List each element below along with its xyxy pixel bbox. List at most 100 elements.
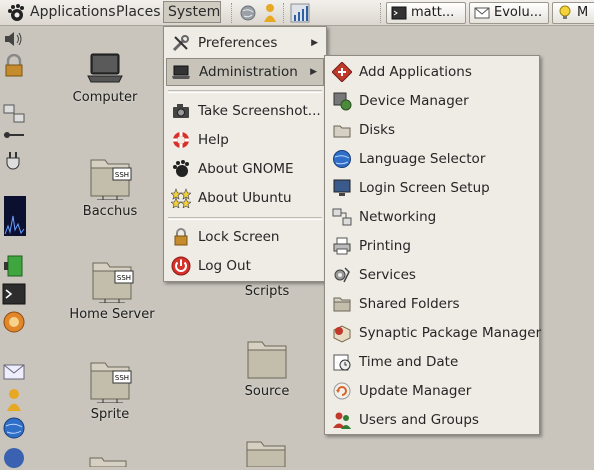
menu-separator [168,90,322,93]
menu-item-update-manager[interactable]: Update Manager [327,377,537,405]
menu-item-time-and-date[interactable]: Time and Date [327,348,537,376]
menu-item-label: Users and Groups [359,412,479,428]
cpu-graph-icon[interactable] [2,196,26,236]
menu-item-printing[interactable]: Printing [327,232,537,260]
left-dock [0,26,28,470]
menu-item-login-screen-setup[interactable]: Login Screen Setup [327,174,537,202]
system-monitor-icon[interactable] [290,3,310,23]
desktop-item-label: Source [244,384,290,399]
menu-item-networking[interactable]: Networking [327,203,537,231]
panel-separator [231,3,234,23]
menu-separator [168,217,322,220]
menu-item-synaptic-package-manager[interactable]: Synaptic Package Manager [327,319,541,347]
taskbar-item[interactable]: M [552,2,594,24]
ssh-folder-icon: SSH [92,262,134,303]
power-icon [171,256,191,276]
help-lifebuoy-icon [173,132,189,148]
globe-icon[interactable] [238,3,258,23]
mail-icon[interactable] [2,360,26,384]
lock-icon [174,228,188,246]
menu-item-administration[interactable]: Administration ▶ [166,58,324,86]
menu-item-label: Update Manager [359,383,472,399]
menu-item-language-selector[interactable]: Language Selector [327,145,537,173]
laptop-icon [172,65,190,79]
menu-item-label: Lock Screen [198,229,280,245]
desktop-item-bacchus[interactable]: SSH Bacchus [55,152,165,219]
lock-icon[interactable] [2,54,26,78]
terminal-icon [391,6,407,20]
menu-item-label: Disks [359,122,396,138]
network-icon[interactable] [2,102,26,126]
menu-item-label: Preferences [198,35,278,51]
submenu-arrow-icon: ▶ [310,67,317,77]
desktop-item-source[interactable]: Source [212,338,322,399]
desktop-item-label: Home Server [69,307,155,322]
mail-icon [474,7,490,19]
taskbar-evolution[interactable]: Evolu... [469,2,549,24]
menu-item-about-gnome[interactable]: About GNOME [166,155,324,183]
applications-menu[interactable]: Applications [26,1,120,23]
panel-separator [380,3,383,23]
menu-item-label: Log Out [198,258,251,274]
desktop-item-label: Sprite [90,407,130,422]
menu-item-label: Take Screenshot... [198,103,321,119]
desktop-item-label: Scripts [244,284,290,299]
taskbar-terminal[interactable]: matt... [386,2,466,24]
system-menu[interactable]: System [163,1,221,23]
folder-icon [333,297,351,312]
menu-item-label: Synaptic Package Manager [359,325,542,341]
menu-item-about-ubuntu[interactable]: About Ubuntu [166,184,324,212]
svg-text:SSH: SSH [117,274,131,282]
printer-icon [333,237,351,255]
svg-text:SSH: SSH [115,374,129,382]
desktop-item-computer[interactable]: Computer [50,50,160,105]
menu-item-device-manager[interactable]: Device Manager [327,87,537,115]
menu-item-label: Shared Folders [359,296,460,312]
places-menu[interactable]: Places [112,1,165,23]
terminal-icon[interactable] [2,282,26,306]
desktop-item-home-server[interactable]: SSH Home Server [57,255,167,322]
menu-item-label: Add Applications [359,64,472,80]
gnome-foot-icon[interactable] [6,3,26,23]
folder-icon[interactable] [88,456,128,467]
add-applications-icon [332,62,352,82]
menu-item-add-applications[interactable]: Add Applications [327,58,537,86]
globe-icon[interactable] [2,446,26,470]
menu-item-lock-screen[interactable]: Lock Screen [166,223,324,251]
person-icon[interactable] [260,3,280,23]
desktop-item-label: Computer [72,90,138,105]
globe-icon[interactable] [2,416,26,440]
folder-icon[interactable] [245,440,289,467]
taskbar-label: Evolu... [494,5,543,20]
network-icon [332,208,352,226]
menu-item-preferences[interactable]: Preferences ▶ [166,29,324,57]
person-icon[interactable] [2,388,26,412]
taskbar-label: M [577,5,589,20]
menu-item-services[interactable]: Services [327,261,537,289]
computer-icon [87,53,123,83]
menu-item-label: Language Selector [359,151,486,167]
desktop-item-sprite[interactable]: SSH Sprite [55,355,165,422]
menu-item-take-screenshot[interactable]: Take Screenshot... [166,97,324,125]
users-icon [333,412,351,429]
usb-icon[interactable] [2,128,26,142]
menu-item-help[interactable]: Help [166,126,324,154]
menu-item-shared-folders[interactable]: Shared Folders [327,290,537,318]
menu-item-log-out[interactable]: Log Out [166,252,324,280]
gnome-foot-icon [173,160,189,177]
disks-icon [333,125,351,138]
svg-text:SSH: SSH [115,171,129,179]
firefox-icon[interactable] [2,310,26,334]
menu-item-disks[interactable]: Disks [327,116,537,144]
menu-item-label: Printing [359,238,411,254]
volume-icon[interactable] [2,30,26,48]
menu-item-label: Administration [199,64,298,80]
system-dropdown-menu: Preferences ▶ Administration ▶ Take Scre… [163,26,327,282]
battery-icon[interactable] [2,254,26,278]
menu-item-users-and-groups[interactable]: Users and Groups [327,406,537,434]
submenu-arrow-icon: ▶ [311,38,318,48]
lightbulb-icon [559,5,571,19]
power-plug-icon[interactable] [2,150,26,174]
menu-item-label: About Ubuntu [198,190,292,206]
tools-icon [172,35,189,52]
